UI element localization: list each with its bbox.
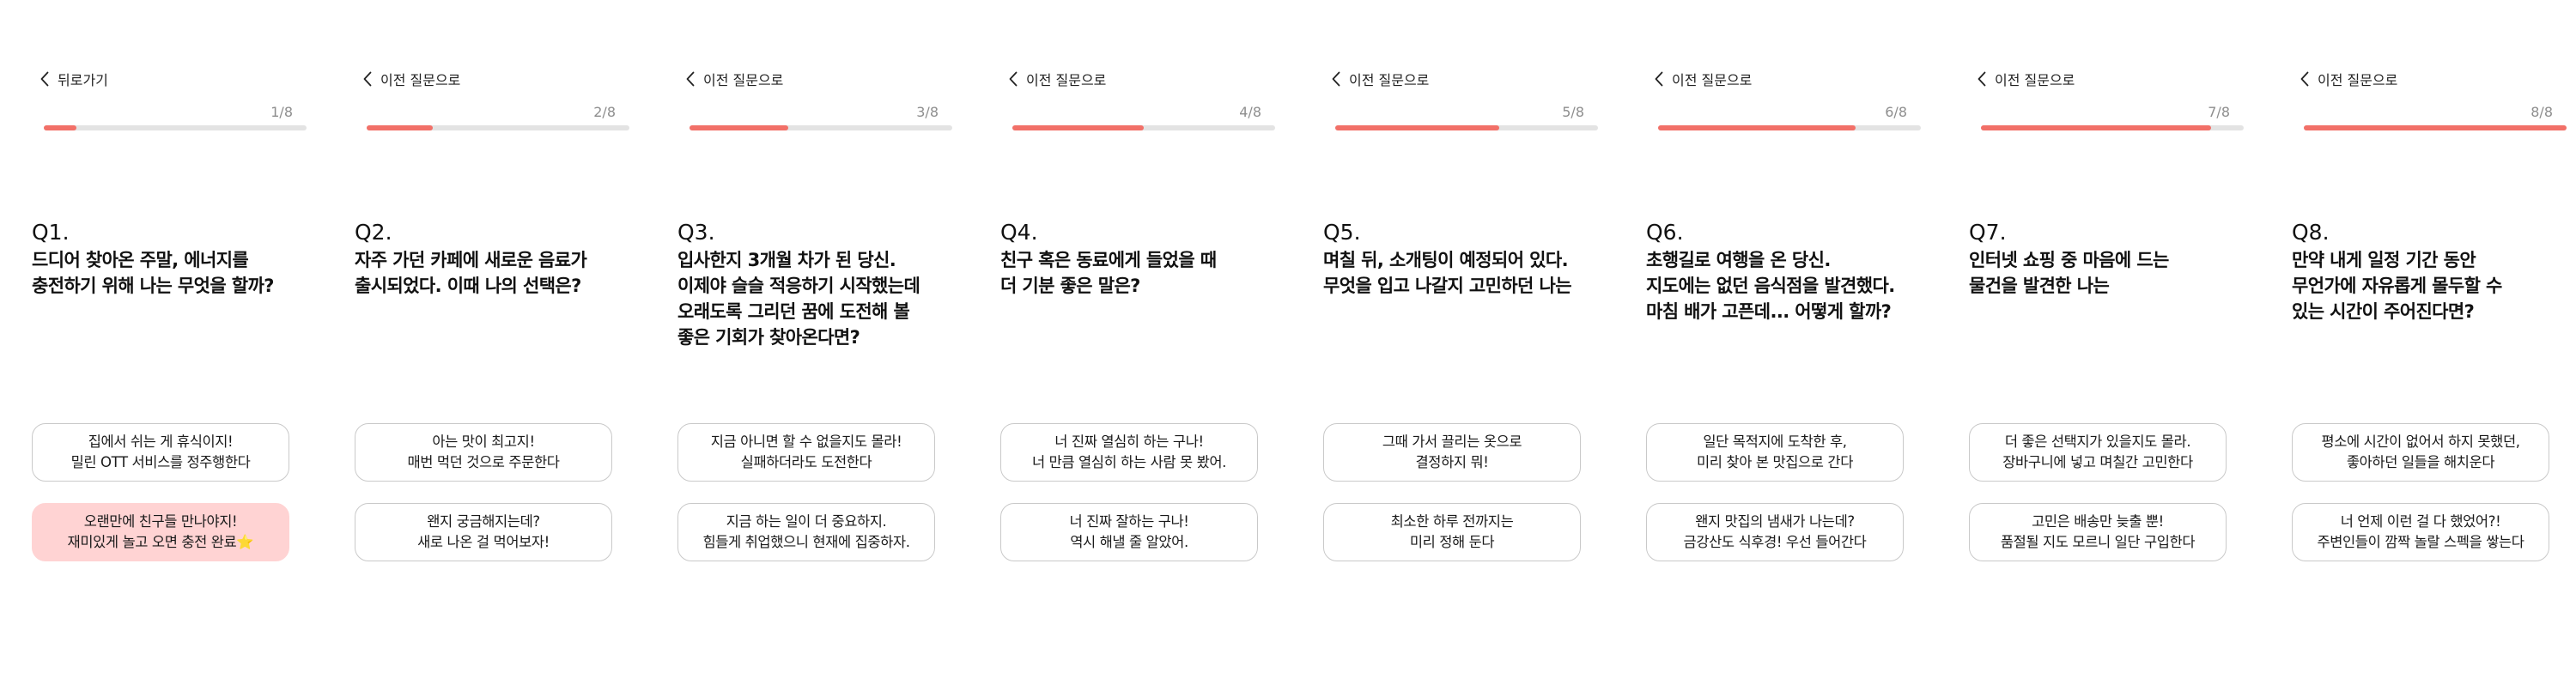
back-label: 이전 질문으로 bbox=[2318, 72, 2398, 88]
progress-bar bbox=[1981, 125, 2244, 130]
question-number: Q2. bbox=[355, 220, 392, 245]
progress-bar-fill bbox=[44, 125, 77, 130]
question-text: 만약 내게 일정 기간 동안 무언가에 자유롭게 몰두할 수 있는 시간이 주어… bbox=[2292, 250, 2502, 322]
answer-option-a[interactable]: 평소에 시간이 없어서 하지 못했던, 좋아하던 일들을 해치운다 bbox=[2292, 423, 2549, 482]
progress-counter: 1/8 bbox=[270, 104, 293, 120]
question-text: 며칠 뒤, 소개팅이 예정되어 있다. 무엇을 입고 나갈지 고민하던 나는 bbox=[1323, 250, 1572, 296]
back-button[interactable]: 이전 질문으로 bbox=[1332, 69, 1429, 89]
question-number: Q6. bbox=[1646, 220, 1684, 245]
question-text: 드디어 찾아온 주말, 에너지를 충전하기 위해 나는 무엇을 할까? bbox=[32, 250, 274, 296]
answer-option-a[interactable]: 너 진짜 열심히 하는 구나! 너 만큼 열심히 하는 사람 못 봤어. bbox=[1000, 423, 1258, 482]
question-number: Q4. bbox=[1000, 220, 1038, 245]
question-number: Q1. bbox=[32, 220, 70, 245]
question-number: Q8. bbox=[2292, 220, 2330, 245]
progress-counter: 7/8 bbox=[2208, 104, 2230, 120]
back-label: 이전 질문으로 bbox=[703, 72, 784, 88]
quiz-screen: 이전 질문으로 8/8 Q8. 만약 내게 일정 기간 동안 무언가에 자유롭게… bbox=[2283, 0, 2567, 697]
progress-bar-fill bbox=[367, 125, 433, 130]
answer-option-b[interactable]: 왠지 맛집의 냄새가 나는데? 금강산도 식후경! 우선 들어간다 bbox=[1646, 503, 1904, 561]
answer-option-a[interactable]: 집에서 쉬는 게 휴식이지! 밀린 OTT 서비스를 정주행한다 bbox=[32, 423, 289, 482]
progress-bar bbox=[1335, 125, 1598, 130]
chevron-left-icon bbox=[1009, 71, 1018, 87]
chevron-left-icon bbox=[1978, 71, 1986, 87]
back-label: 이전 질문으로 bbox=[1672, 72, 1753, 88]
progress-counter: 2/8 bbox=[593, 104, 616, 120]
progress-bar bbox=[1658, 125, 1921, 130]
progress-bar-fill bbox=[690, 125, 788, 130]
progress-bar-fill bbox=[1012, 125, 1144, 130]
answer-option-b[interactable]: 지금 하는 일이 더 중요하지. 힘들게 취업했으니 현재에 집중하자. bbox=[677, 503, 935, 561]
progress-bar-fill bbox=[1335, 125, 1500, 130]
quiz-screen: 이전 질문으로 5/8 Q5. 며칠 뒤, 소개팅이 예정되어 있다. 무엇을 … bbox=[1315, 0, 1598, 697]
answer-option-b[interactable]: 너 진짜 잘하는 구나! 역시 해낼 줄 알았어. bbox=[1000, 503, 1258, 561]
back-button[interactable]: 이전 질문으로 bbox=[1978, 69, 2075, 89]
question-text: 자주 가던 카페에 새로운 음료가 출시되었다. 이때 나의 선택은? bbox=[355, 250, 587, 296]
answer-option-a[interactable]: 더 좋은 선택지가 있을지도 몰라. 장바구니에 넣고 며칠간 고민한다 bbox=[1969, 423, 2227, 482]
question-number: Q5. bbox=[1323, 220, 1361, 245]
progress-bar-fill bbox=[1658, 125, 1856, 130]
quiz-screen: 뒤로가기 1/8 Q1. 드디어 찾아온 주말, 에너지를 충전하기 위해 나는… bbox=[23, 0, 307, 697]
quiz-screen: 이전 질문으로 4/8 Q4. 친구 혹은 동료에게 들었을 때 더 기분 좋은… bbox=[992, 0, 1275, 697]
back-button[interactable]: 이전 질문으로 bbox=[1009, 69, 1106, 89]
answer-option-a[interactable]: 일단 목적지에 도착한 후, 미리 찾아 본 맛집으로 간다 bbox=[1646, 423, 1904, 482]
quiz-screen: 이전 질문으로 2/8 Q2. 자주 가던 카페에 새로운 음료가 출시되었다.… bbox=[346, 0, 629, 697]
quiz-screen: 이전 질문으로 6/8 Q6. 초행길로 여행을 온 당신. 지도에는 없던 음… bbox=[1637, 0, 1921, 697]
answer-option-b[interactable]: 너 언제 이런 걸 다 했었어?! 주변인들이 깜짝 놀랄 스펙을 쌓는다 bbox=[2292, 503, 2549, 561]
progress-counter: 3/8 bbox=[916, 104, 939, 120]
answer-option-a[interactable]: 지금 아니면 할 수 없을지도 몰라! 실패하더라도 도전한다 bbox=[677, 423, 935, 482]
quiz-screen: 이전 질문으로 7/8 Q7. 인터넷 쇼핑 중 마음에 드는 물건을 발견한 … bbox=[1960, 0, 2244, 697]
chevron-left-icon bbox=[363, 71, 372, 87]
question-text: 초행길로 여행을 온 당신. 지도에는 없던 음식점을 발견했다. 마침 배가 … bbox=[1646, 250, 1895, 322]
answer-option-b[interactable]: 고민은 배송만 늦출 뿐! 품절될 지도 모르니 일단 구입한다 bbox=[1969, 503, 2227, 561]
back-button[interactable]: 이전 질문으로 bbox=[363, 69, 460, 89]
progress-bar bbox=[367, 125, 629, 130]
progress-counter: 4/8 bbox=[1239, 104, 1261, 120]
chevron-left-icon bbox=[1332, 71, 1340, 87]
chevron-left-icon bbox=[686, 71, 695, 87]
back-label: 이전 질문으로 bbox=[380, 72, 461, 88]
progress-bar bbox=[2304, 125, 2567, 130]
chevron-left-icon bbox=[1655, 71, 1663, 87]
answer-option-a[interactable]: 아는 맛이 최고지! 매번 먹던 것으로 주문한다 bbox=[355, 423, 612, 482]
back-label: 뒤로가기 bbox=[58, 72, 108, 88]
question-number: Q3. bbox=[677, 220, 715, 245]
back-label: 이전 질문으로 bbox=[1995, 72, 2075, 88]
chevron-left-icon bbox=[2300, 71, 2309, 87]
answer-option-a[interactable]: 그때 가서 끌리는 옷으로 결정하지 뭐! bbox=[1323, 423, 1581, 482]
answer-option-b[interactable]: 오랜만에 친구들 만나야지! 재미있게 놀고 오면 충전 완료⭐ bbox=[32, 503, 289, 561]
answer-option-b[interactable]: 왠지 궁금해지는데? 새로 나온 걸 먹어보자! bbox=[355, 503, 612, 561]
question-text: 친구 혹은 동료에게 들었을 때 더 기분 좋은 말은? bbox=[1000, 250, 1217, 296]
progress-bar bbox=[1012, 125, 1275, 130]
back-button[interactable]: 뒤로가기 bbox=[40, 69, 108, 89]
quiz-screen: 이전 질문으로 3/8 Q3. 입사한지 3개월 차가 된 당신. 이제야 슬슬… bbox=[669, 0, 952, 697]
chevron-left-icon bbox=[40, 71, 49, 87]
quiz-screens-strip: 뒤로가기 1/8 Q1. 드디어 찾아온 주말, 에너지를 충전하기 위해 나는… bbox=[0, 0, 2576, 697]
progress-bar bbox=[44, 125, 307, 130]
question-number: Q7. bbox=[1969, 220, 2007, 245]
progress-counter: 6/8 bbox=[1885, 104, 1907, 120]
back-button[interactable]: 이전 질문으로 bbox=[686, 69, 783, 89]
back-label: 이전 질문으로 bbox=[1026, 72, 1107, 88]
question-text: 입사한지 3개월 차가 된 당신. 이제야 슬슬 적응하기 시작했는데 오래도록… bbox=[677, 250, 920, 348]
progress-bar-fill bbox=[1981, 125, 2211, 130]
back-label: 이전 질문으로 bbox=[1349, 72, 1430, 88]
progress-bar bbox=[690, 125, 952, 130]
back-button[interactable]: 이전 질문으로 bbox=[2300, 69, 2397, 89]
answer-option-b[interactable]: 최소한 하루 전까지는 미리 정해 둔다 bbox=[1323, 503, 1581, 561]
back-button[interactable]: 이전 질문으로 bbox=[1655, 69, 1752, 89]
progress-counter: 5/8 bbox=[1562, 104, 1584, 120]
progress-counter: 8/8 bbox=[2530, 104, 2553, 120]
question-text: 인터넷 쇼핑 중 마음에 드는 물건을 발견한 나는 bbox=[1969, 250, 2169, 296]
progress-bar-fill bbox=[2304, 125, 2567, 130]
